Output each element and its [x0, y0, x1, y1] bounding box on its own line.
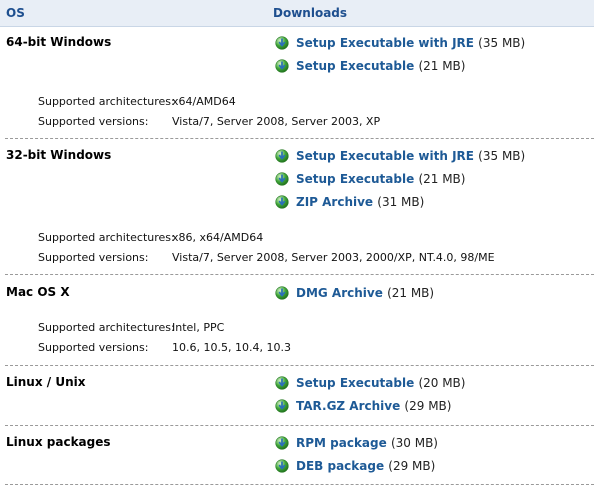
download-link[interactable]: ZIP Archive	[296, 195, 373, 209]
download-globe-icon	[275, 459, 289, 473]
download-link[interactable]: Setup Executable with JRE	[296, 36, 474, 50]
versions-label: Supported versions:	[38, 341, 149, 354]
file-size: (31 MB)	[377, 195, 425, 209]
file-size: (35 MB)	[478, 36, 526, 50]
download-globe-icon	[275, 436, 289, 450]
os-name: 32-bit Windows	[6, 148, 112, 162]
file-size: (21 MB)	[387, 286, 435, 300]
download-link[interactable]: Setup Executable	[296, 172, 414, 186]
os-name: Linux packages	[6, 435, 111, 449]
download-globe-icon	[275, 149, 289, 163]
file-size: (20 MB)	[418, 376, 466, 390]
arch-value: x86, x64/AMD64	[172, 231, 264, 244]
download-globe-icon	[275, 286, 289, 300]
table-header: OS Downloads	[0, 0, 594, 27]
file-size: (21 MB)	[418, 172, 466, 186]
file-size: (29 MB)	[388, 459, 436, 473]
file-size: (29 MB)	[404, 399, 452, 413]
download-globe-icon	[275, 376, 289, 390]
section-divider	[5, 365, 594, 366]
versions-label: Supported versions:	[38, 115, 149, 128]
section-divider	[5, 425, 594, 426]
file-size: (21 MB)	[418, 59, 466, 73]
downloads-page: OS Downloads 64-bit Windows Setup Execut…	[0, 0, 594, 487]
download-globe-icon	[275, 195, 289, 209]
section-divider	[5, 138, 594, 139]
versions-value: 10.6, 10.5, 10.4, 10.3	[172, 341, 291, 354]
download-globe-icon	[275, 399, 289, 413]
versions-value: Vista/7, Server 2008, Server 2003, 2000/…	[172, 251, 495, 264]
arch-label: Supported architectures:	[38, 95, 175, 108]
section-divider	[5, 274, 594, 275]
os-column-header: OS	[6, 6, 25, 20]
arch-label: Supported architectures:	[38, 321, 175, 334]
arch-value: Intel, PPC	[172, 321, 225, 334]
download-globe-icon	[275, 59, 289, 73]
arch-label: Supported architectures:	[38, 231, 175, 244]
download-link[interactable]: Setup Executable	[296, 376, 414, 390]
file-size: (35 MB)	[478, 149, 526, 163]
file-size: (30 MB)	[390, 436, 438, 450]
download-link[interactable]: DMG Archive	[296, 286, 383, 300]
download-link[interactable]: DEB package	[296, 459, 384, 473]
download-link[interactable]: Setup Executable with JRE	[296, 149, 474, 163]
arch-value: x64/AMD64	[172, 95, 236, 108]
downloads-column-header: Downloads	[273, 6, 348, 20]
download-link[interactable]: TAR.GZ Archive	[296, 399, 400, 413]
download-link[interactable]: Setup Executable	[296, 59, 414, 73]
os-name: Linux / Unix	[6, 375, 86, 389]
download-link[interactable]: RPM package	[296, 436, 387, 450]
versions-label: Supported versions:	[38, 251, 149, 264]
os-name: Mac OS X	[6, 285, 70, 299]
section-divider	[5, 484, 594, 485]
download-globe-icon	[275, 172, 289, 186]
download-globe-icon	[275, 36, 289, 50]
versions-value: Vista/7, Server 2008, Server 2003, XP	[172, 115, 381, 128]
os-name: 64-bit Windows	[6, 35, 112, 49]
